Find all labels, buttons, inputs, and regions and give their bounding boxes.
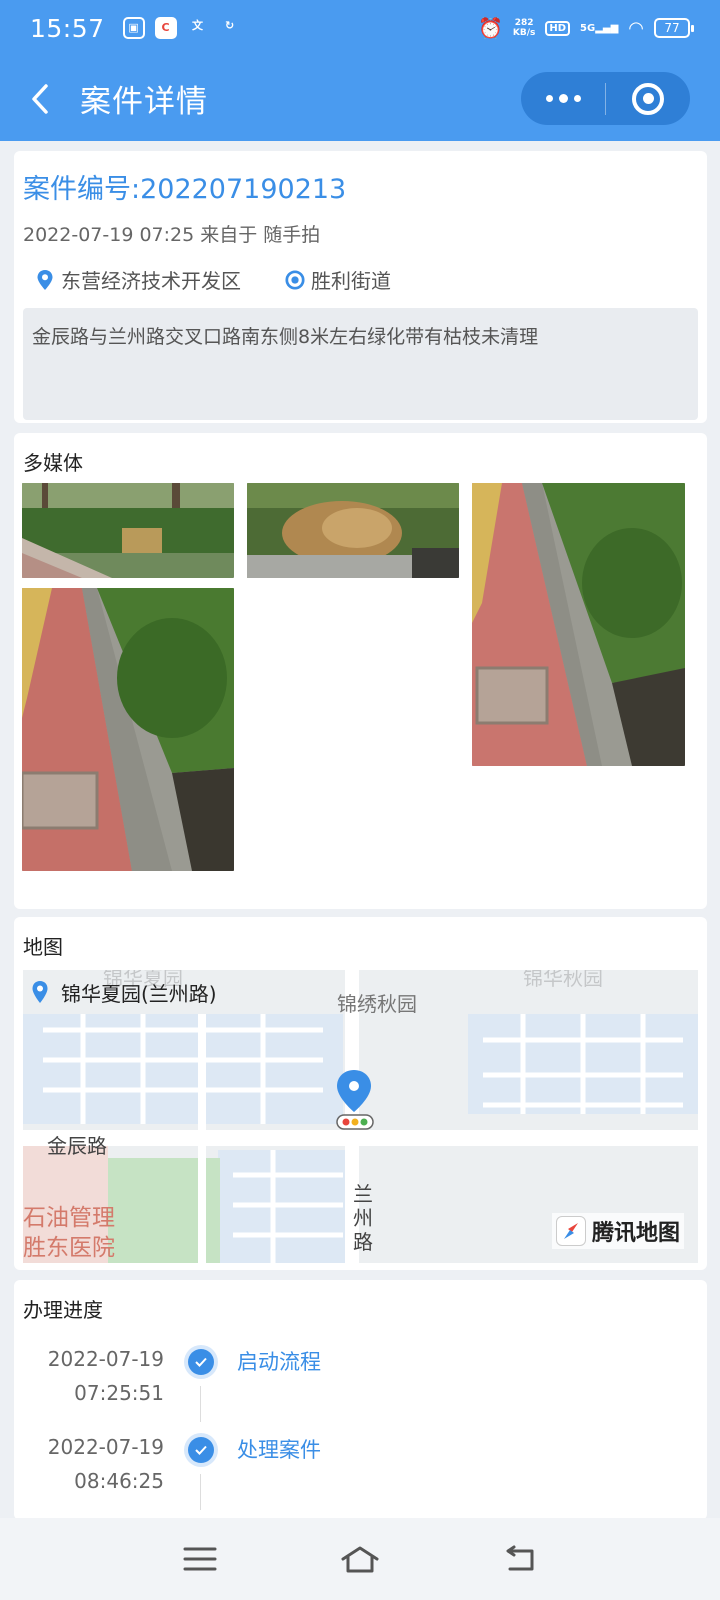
system-nav-bar [0,1518,720,1600]
media-card: 多媒体 [14,433,707,909]
mini-program-capsule [521,72,690,125]
sync-icon: ↻ [224,19,235,32]
progress-timeline: 2022-07-19 07:25:51 启动流程 2022-07-19 08:4… [14,1342,707,1518]
status-bar: 15:57 ▣ C 文 ↻ ⏰ 282 KB/s HD 5G▂▄▆ ◠ 77 [0,0,720,56]
status-app-icons: ▣ C 文 ↻ [122,17,241,39]
progress-section-title: 办理进度 [23,1298,103,1322]
area-tag: 东营经济技术开发区 [35,265,241,294]
net-speed: 282 KB/s [512,18,536,38]
map-label-road-ns: 兰州路 [353,1182,373,1254]
nav-bar: 案件详情 [0,56,720,141]
status-time: 15:57 [30,13,105,43]
map-card: 地图 锦华夏园 锦华秋园 锦绣秋园 金辰路 兰州路 石油管理 胜东医院 锦华夏园… [14,917,707,1270]
map-label-road-ew: 金辰路 [47,1134,107,1158]
case-location-tags: 东营经济技术开发区 胜利街道 [23,265,698,294]
map-label-community: 锦绣秋园 [337,992,417,1016]
media-photo[interactable] [22,483,234,578]
map-label-faded-right: 锦华秋园 [523,970,603,990]
case-info-card: 案件编号:202207190213 2022-07-19 07:25 来自于 随… [14,151,707,423]
hd-icon: HD [545,20,571,36]
video-icon: C [154,17,177,39]
home-icon[interactable] [330,1539,390,1579]
mini-program-close-icon[interactable] [606,82,690,115]
tencent-map-logo: 腾讯地图 [551,1213,684,1249]
media-section-title: 多媒体 [23,451,83,475]
app-bar: 15:57 ▣ C 文 ↻ ⏰ 282 KB/s HD 5G▂▄▆ ◠ 77 案… [0,0,720,141]
step-datetime: 2022-07-19 08:46:25 [47,1435,164,1493]
map-view[interactable]: 锦华夏园 锦华秋园 锦绣秋园 金辰路 兰州路 石油管理 胜东医院 锦华夏园(兰州… [23,970,698,1263]
media-photo[interactable] [22,588,234,871]
target-icon [285,269,305,290]
map-label-oil: 石油管理 [23,1205,115,1231]
progress-card: 办理进度 2022-07-19 07:25:51 启动流程 2022-07-19… [14,1280,707,1520]
location-pin-icon [37,269,53,290]
location-pin-icon [32,981,48,1003]
album-icon: ▣ [122,17,145,39]
battery-icon: 77 [654,18,694,38]
case-description: 金辰路与兰州路交叉口路南东侧8米左右绿化带有枯枝未清理 [23,308,698,420]
case-meta: 2022-07-19 07:25 来自于 随手拍 [23,224,321,246]
back-icon[interactable] [490,1539,550,1579]
compass-icon [555,1216,586,1246]
step-label: 处理案件 [237,1438,321,1462]
back-arrow-icon[interactable] [0,56,80,141]
check-icon [184,1433,218,1467]
wifi-icon: ◠ [628,17,644,39]
menu-icon[interactable] [170,1539,230,1579]
case-number: 案件编号:202207190213 [23,174,347,205]
street-label: 胜利街道 [311,269,391,293]
alarm-icon: ⏰ [477,16,503,40]
timeline-connector [200,1474,201,1510]
step-label: 启动流程 [237,1350,321,1374]
map-section-title: 地图 [23,935,63,959]
page-title: 案件详情 [80,84,208,120]
timeline-connector [200,1386,201,1422]
map-label-hospital: 胜东医院 [23,1235,115,1261]
check-icon [184,1345,218,1379]
street-tag: 胜利街道 [285,265,391,294]
more-dots-icon[interactable] [521,93,605,103]
media-photo[interactable] [472,483,685,766]
area-label: 东营经济技术开发区 [61,269,241,293]
media-photo[interactable] [247,483,459,578]
timeline-step: 2022-07-19 07:25:51 启动流程 [14,1342,707,1430]
translate-icon: 文 [192,19,204,32]
timeline-step: 2022-07-19 08:46:25 处理案件 [14,1430,707,1518]
step-datetime: 2022-07-19 07:25:51 [47,1347,164,1405]
signal-icon: 5G▂▄▆ [580,22,619,34]
map-location-label: 锦华夏园(兰州路) [23,970,217,1014]
